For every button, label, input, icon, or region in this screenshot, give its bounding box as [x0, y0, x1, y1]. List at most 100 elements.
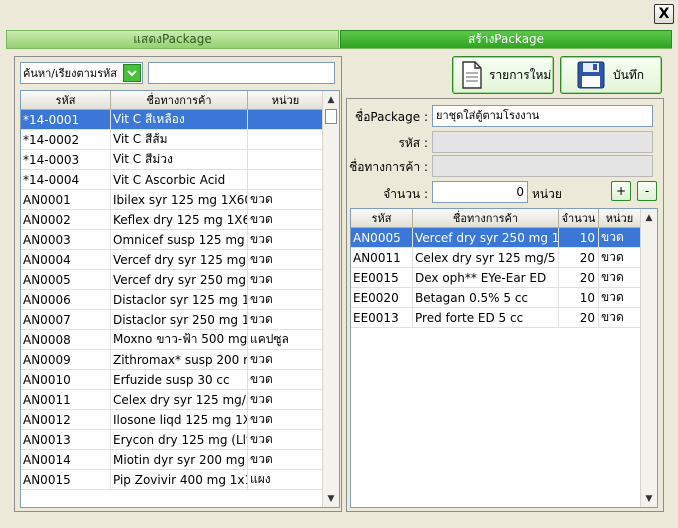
- tab-underline: [6, 48, 672, 49]
- cell-unit: ขวด: [248, 190, 324, 209]
- tab-create-package[interactable]: สร้างPackage: [340, 30, 672, 48]
- table-row[interactable]: AN0011 Celex dry syr 125 mg/5 ขวด: [21, 390, 324, 410]
- table-row[interactable]: *14-0001 Vit C สีเหลือง: [21, 110, 324, 130]
- table-row[interactable]: AN0002 Keflex dry 125 mg 1X6 ขวด: [21, 210, 324, 230]
- chevron-down-icon[interactable]: [123, 64, 141, 82]
- search-mode-value: ค้นหา/เรียงตามรหัส: [23, 67, 117, 80]
- cell-unit: ขวด: [248, 290, 324, 309]
- table-row[interactable]: *14-0002 Vit C สีส้ม: [21, 130, 324, 150]
- cell-trade-name: Ilosone liqd 125 mg 1X: [111, 410, 248, 429]
- quantity-input[interactable]: 0: [432, 181, 528, 203]
- cell-code: AN0012: [21, 410, 111, 429]
- scroll-thumb[interactable]: [325, 109, 337, 124]
- table-row[interactable]: EE0020 Betagan 0.5% 5 cc 10 ขวด: [351, 288, 641, 308]
- cell-quantity: 20: [559, 248, 599, 267]
- cell-code: AN0001: [21, 190, 111, 209]
- table-row[interactable]: AN0008 Moxno ขาว-ฟ้า 500 mg แคปซูล: [21, 330, 324, 350]
- col-header-unit[interactable]: หน่วย: [599, 209, 641, 227]
- cell-unit: [248, 150, 324, 169]
- cell-unit: ขวด: [248, 270, 324, 289]
- new-item-label: รายการใหม่: [489, 67, 552, 82]
- table-row[interactable]: AN0013 Erycon dry 125 mg (Llv ขวด: [21, 430, 324, 450]
- package-items-grid: รหัส ชื่อทางการค้า จำนวน หน่วย AN0005 Ver…: [350, 208, 658, 508]
- quantity-plus-button[interactable]: +: [611, 181, 631, 201]
- cell-code: AN0005: [21, 270, 111, 289]
- close-button[interactable]: X: [654, 4, 674, 24]
- cell-code: AN0006: [21, 290, 111, 309]
- cell-trade-name: Vit C Ascorbic Acid: [111, 170, 248, 189]
- cell-code: AN0015: [21, 470, 111, 489]
- cell-trade-name: Distaclor syr 125 mg 1>: [111, 290, 248, 309]
- search-input[interactable]: [148, 62, 335, 84]
- col-header-quantity[interactable]: จำนวน: [559, 209, 599, 227]
- scroll-down-icon[interactable]: ▼: [323, 490, 339, 507]
- cell-code: AN0005: [351, 228, 413, 247]
- table-row[interactable]: AN0005 Vercef dry syr 250 mg 1> 10 ขวด: [351, 228, 641, 248]
- cell-code: AN0009: [21, 350, 111, 369]
- cell-trade-name: Pred forte ED 5 cc: [413, 308, 559, 327]
- table-row[interactable]: AN0007 Distaclor syr 250 mg 1> ขวด: [21, 310, 324, 330]
- col-header-trade-name[interactable]: ชื่อทางการค้า: [111, 91, 248, 109]
- table-row[interactable]: AN0001 Ibilex syr 125 mg 1X60 ขวด: [21, 190, 324, 210]
- cell-trade-name: Ibilex syr 125 mg 1X60: [111, 190, 248, 209]
- cell-code: *14-0004: [21, 170, 111, 189]
- cell-trade-name: Dex oph** EYe-Ear ED: [413, 268, 559, 287]
- col-header-code[interactable]: รหัส: [21, 91, 111, 109]
- cell-code: AN0002: [21, 210, 111, 229]
- cell-code: *14-0002: [21, 130, 111, 149]
- table-row[interactable]: AN0005 Vercef dry syr 250 mg ขวด: [21, 270, 324, 290]
- save-label: บันทึก: [613, 67, 644, 82]
- table-row[interactable]: *14-0003 Vit C สีม่วง: [21, 150, 324, 170]
- scroll-down-icon[interactable]: ▼: [641, 490, 657, 507]
- cell-code: AN0008: [21, 330, 111, 349]
- table-row[interactable]: AN0003 Omnicef susp 125 mg ขวด: [21, 230, 324, 250]
- cell-unit: [248, 130, 324, 149]
- cell-unit: แผง: [248, 470, 324, 489]
- table-row[interactable]: AN0009 Zithromax* susp 200 m ขวด: [21, 350, 324, 370]
- table-row[interactable]: AN0014 Miotin dyr syr 200 mg ขวด: [21, 450, 324, 470]
- save-button[interactable]: บันทึก: [560, 56, 662, 94]
- col-header-code[interactable]: รหัส: [351, 209, 413, 227]
- package-name-label: ชื่อPackage :: [355, 110, 428, 124]
- product-grid-scrollbar[interactable]: ▲ ▼: [322, 91, 339, 507]
- cell-unit: แคปซูล: [248, 330, 324, 349]
- cell-quantity: 10: [559, 228, 599, 247]
- cell-trade-name: Erycon dry 125 mg (Llv: [111, 430, 248, 449]
- table-row[interactable]: AN0004 Vercef dry syr 125 mg ขวด: [21, 250, 324, 270]
- table-row[interactable]: AN0012 Ilosone liqd 125 mg 1X ขวด: [21, 410, 324, 430]
- cell-trade-name: Betagan 0.5% 5 cc: [413, 288, 559, 307]
- quantity-minus-button[interactable]: -: [637, 181, 657, 201]
- cell-unit: ขวด: [248, 210, 324, 229]
- cell-unit: [248, 110, 324, 129]
- col-header-trade-name[interactable]: ชื่อทางการค้า: [413, 209, 559, 227]
- table-row[interactable]: EE0013 Pred forte ED 5 cc 20 ขวด: [351, 308, 641, 328]
- trade-name-field: [432, 155, 653, 177]
- scroll-up-icon[interactable]: ▲: [641, 209, 657, 226]
- cell-trade-name: Omnicef susp 125 mg: [111, 230, 248, 249]
- cell-code: AN0004: [21, 250, 111, 269]
- cell-trade-name: Pip Zovivir 400 mg 1x1: [111, 470, 248, 489]
- table-row[interactable]: AN0011 Celex dry syr 125 mg/5 20 ขวด: [351, 248, 641, 268]
- cell-unit: ขวด: [248, 410, 324, 429]
- cell-unit: ขวด: [248, 250, 324, 269]
- floppy-disk-icon: [577, 61, 605, 89]
- cell-quantity: 10: [559, 288, 599, 307]
- cell-code: EE0013: [351, 308, 413, 327]
- cell-unit: ขวด: [599, 268, 641, 287]
- table-row[interactable]: AN0006 Distaclor syr 125 mg 1> ขวด: [21, 290, 324, 310]
- cell-trade-name: Celex dry syr 125 mg/5: [413, 248, 559, 267]
- table-row[interactable]: AN0015 Pip Zovivir 400 mg 1x1 แผง: [21, 470, 324, 490]
- cell-unit: ขวด: [248, 310, 324, 329]
- table-row[interactable]: EE0015 Dex oph** EYe-Ear ED 20 ขวด: [351, 268, 641, 288]
- table-row[interactable]: *14-0004 Vit C Ascorbic Acid: [21, 170, 324, 190]
- cell-code: AN0007: [21, 310, 111, 329]
- col-header-unit[interactable]: หน่วย: [248, 91, 324, 109]
- table-row[interactable]: AN0010 Erfuzide susp 30 cc ขวด: [21, 370, 324, 390]
- search-mode-select[interactable]: ค้นหา/เรียงตามรหัส: [20, 62, 143, 84]
- tab-show-package[interactable]: แสดงPackage: [6, 30, 339, 48]
- cell-trade-name: Vercef dry syr 250 mg: [111, 270, 248, 289]
- new-item-button[interactable]: รายการใหม่: [452, 56, 554, 94]
- package-name-input[interactable]: ยาชุดใส่ตู้ตามโรงงาน: [432, 105, 653, 127]
- scroll-up-icon[interactable]: ▲: [323, 91, 339, 108]
- package-grid-scrollbar[interactable]: ▲ ▼: [640, 209, 657, 507]
